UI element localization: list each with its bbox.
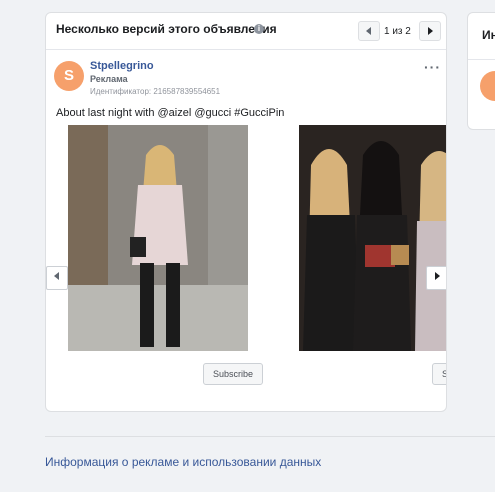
- pager-next-button[interactable]: [419, 21, 441, 41]
- pager-count: 1 из 2: [384, 26, 411, 37]
- subscribe-button-2[interactable]: S: [432, 363, 446, 385]
- ad-body-text: About last night with @aizel @gucci #Guc…: [56, 107, 285, 119]
- more-options-button[interactable]: ···: [424, 59, 441, 75]
- carousel-next-button[interactable]: [426, 266, 446, 290]
- side-card-title: Ин: [482, 28, 495, 42]
- photo-three-women: [299, 125, 446, 351]
- carousel-prev-button[interactable]: [46, 266, 68, 290]
- subscribe-button[interactable]: Subscribe: [203, 363, 264, 385]
- photo-woman-in-coat: [68, 125, 248, 351]
- chevron-left-icon: [366, 27, 371, 35]
- ad-carousel: Subscribe S: [46, 125, 446, 395]
- card-title: Несколько версий этого объявления: [56, 22, 277, 36]
- carousel-image-2[interactable]: [299, 125, 446, 351]
- ad-data-info-link[interactable]: Информация о рекламе и использовании дан…: [45, 455, 321, 469]
- chevron-left-icon: [54, 272, 59, 280]
- side-avatar: [480, 71, 495, 101]
- chevron-right-icon: [428, 27, 433, 35]
- info-icon[interactable]: i: [254, 24, 264, 34]
- footer-divider: [45, 436, 495, 437]
- divider: [468, 59, 495, 60]
- advertiser-name-link[interactable]: Stpellegrino: [90, 60, 154, 72]
- ad-id: Идентификатор: 216587839554651: [90, 87, 221, 96]
- card-header: Несколько версий этого объявления i 1 из…: [46, 13, 446, 50]
- carousel-image-1[interactable]: [68, 125, 248, 351]
- pager-prev-button[interactable]: [358, 21, 380, 41]
- sponsored-label: Реклама: [90, 74, 128, 84]
- chevron-right-icon: [435, 272, 440, 280]
- ad-versions-card: Несколько версий этого объявления i 1 из…: [45, 12, 447, 412]
- advertiser-avatar[interactable]: S: [54, 61, 84, 91]
- side-info-card: Ин: [467, 12, 495, 130]
